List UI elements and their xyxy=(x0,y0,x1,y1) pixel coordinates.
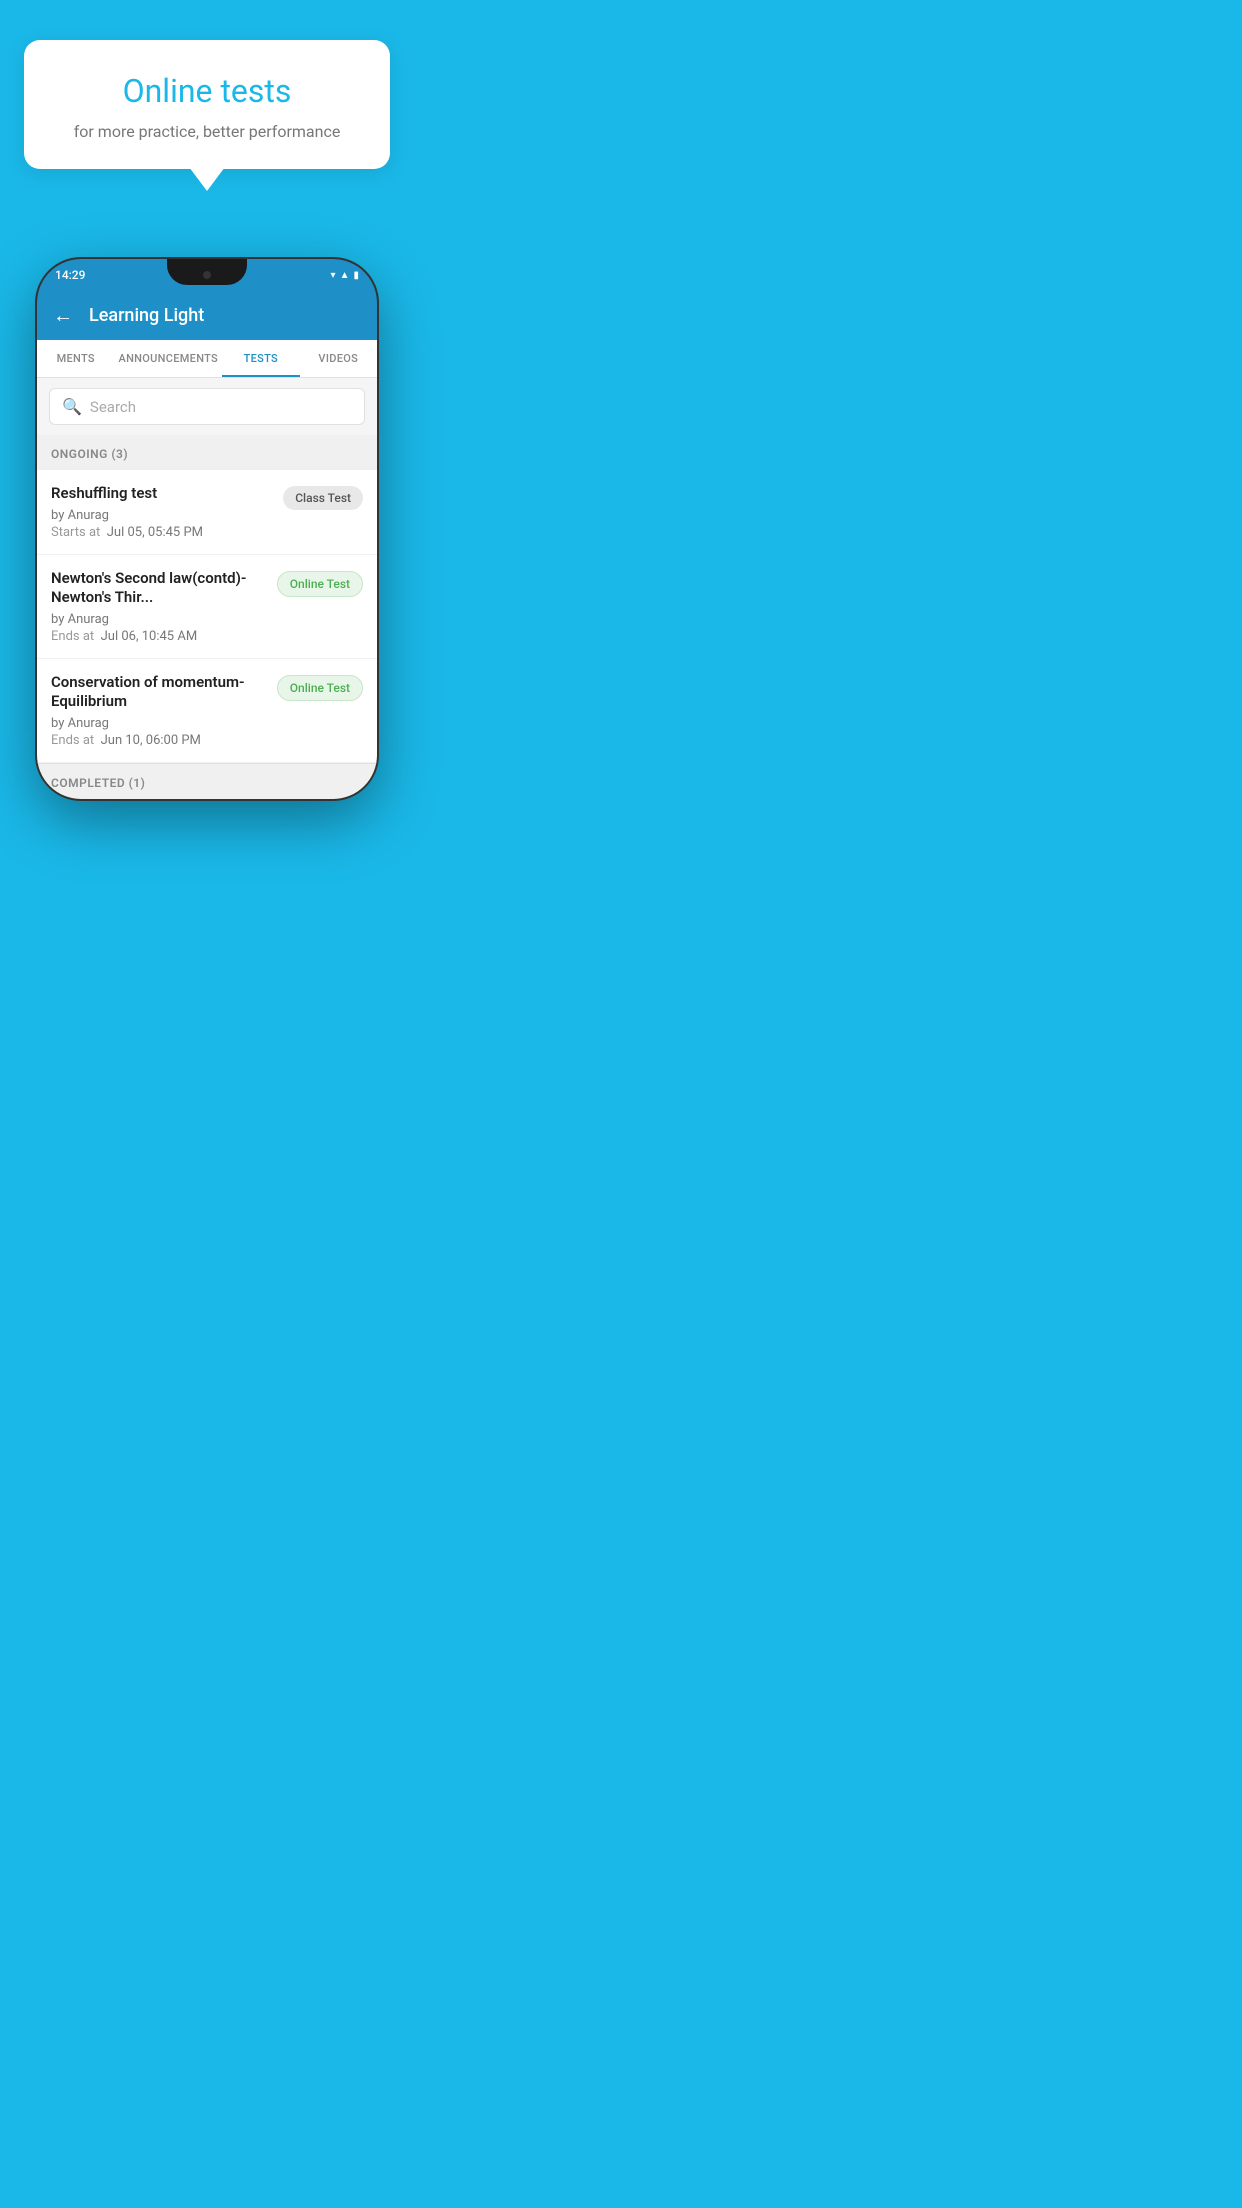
tab-videos[interactable]: VIDEOS xyxy=(300,340,377,377)
test-info: Conservation of momentum-Equilibrium by … xyxy=(51,673,267,748)
speech-bubble: Online tests for more practice, better p… xyxy=(24,40,390,169)
status-bar: 14:29 ▾ ▲ ▮ xyxy=(37,259,377,291)
tab-announcements[interactable]: ANNOUNCEMENTS xyxy=(114,340,222,377)
phone-frame: 14:29 ▾ ▲ ▮ ← Learning Light MENTS ANNOU… xyxy=(37,259,377,799)
search-box[interactable]: 🔍 Search xyxy=(49,388,365,425)
test-item[interactable]: Newton's Second law(contd)-Newton's Thir… xyxy=(37,555,377,659)
test-author: by Anurag xyxy=(51,716,267,731)
app-title: Learning Light xyxy=(89,305,204,326)
time-value: Jul 05, 05:45 PM xyxy=(107,525,203,540)
status-time: 14:29 xyxy=(55,268,85,282)
completed-section-header: COMPLETED (1) xyxy=(37,763,377,799)
test-author: by Anurag xyxy=(51,508,273,523)
time-label: Ends at xyxy=(51,629,94,644)
bubble-title: Online tests xyxy=(48,72,366,110)
time-label: Ends at xyxy=(51,733,94,748)
app-header: ← Learning Light xyxy=(37,291,377,340)
tab-tests[interactable]: TESTS xyxy=(222,340,299,377)
test-name: Reshuffling test xyxy=(51,484,273,504)
back-button[interactable]: ← xyxy=(53,303,73,328)
test-time: Starts at Jul 05, 05:45 PM xyxy=(51,525,273,540)
search-container: 🔍 Search xyxy=(37,378,377,435)
test-name: Newton's Second law(contd)-Newton's Thir… xyxy=(51,569,267,608)
test-info: Newton's Second law(contd)-Newton's Thir… xyxy=(51,569,267,644)
test-item[interactable]: Conservation of momentum-Equilibrium by … xyxy=(37,659,377,763)
bubble-subtitle: for more practice, better performance xyxy=(48,122,366,141)
signal-icon: ▲ xyxy=(340,270,350,281)
test-time: Ends at Jun 10, 06:00 PM xyxy=(51,733,267,748)
ongoing-label: ONGOING (3) xyxy=(51,447,128,461)
search-input[interactable]: Search xyxy=(90,398,136,416)
search-icon: 🔍 xyxy=(62,397,82,416)
test-author: by Anurag xyxy=(51,612,267,627)
test-tag: Class Test xyxy=(283,486,363,510)
time-value: Jul 06, 10:45 AM xyxy=(101,629,198,644)
camera xyxy=(203,271,211,279)
test-info: Reshuffling test by Anurag Starts at Jul… xyxy=(51,484,273,540)
test-item[interactable]: Reshuffling test by Anurag Starts at Jul… xyxy=(37,470,377,555)
promo-section: Online tests for more practice, better p… xyxy=(0,0,414,229)
test-tag: Online Test xyxy=(277,675,363,701)
tab-bar: MENTS ANNOUNCEMENTS TESTS VIDEOS xyxy=(37,340,377,378)
notch xyxy=(167,259,247,285)
time-label: Starts at xyxy=(51,525,100,540)
test-tag: Online Test xyxy=(277,571,363,597)
ongoing-section-header: ONGOING (3) xyxy=(37,435,377,470)
completed-label: COMPLETED (1) xyxy=(51,776,145,790)
status-icons: ▾ ▲ ▮ xyxy=(331,270,359,281)
time-value: Jun 10, 06:00 PM xyxy=(101,733,201,748)
tab-assignments[interactable]: MENTS xyxy=(37,340,114,377)
battery-icon: ▮ xyxy=(353,270,359,281)
test-list: Reshuffling test by Anurag Starts at Jul… xyxy=(37,470,377,763)
test-name: Conservation of momentum-Equilibrium xyxy=(51,673,267,712)
wifi-icon: ▾ xyxy=(331,270,336,281)
test-time: Ends at Jul 06, 10:45 AM xyxy=(51,629,267,644)
phone-wrapper: 14:29 ▾ ▲ ▮ ← Learning Light MENTS ANNOU… xyxy=(0,229,414,799)
